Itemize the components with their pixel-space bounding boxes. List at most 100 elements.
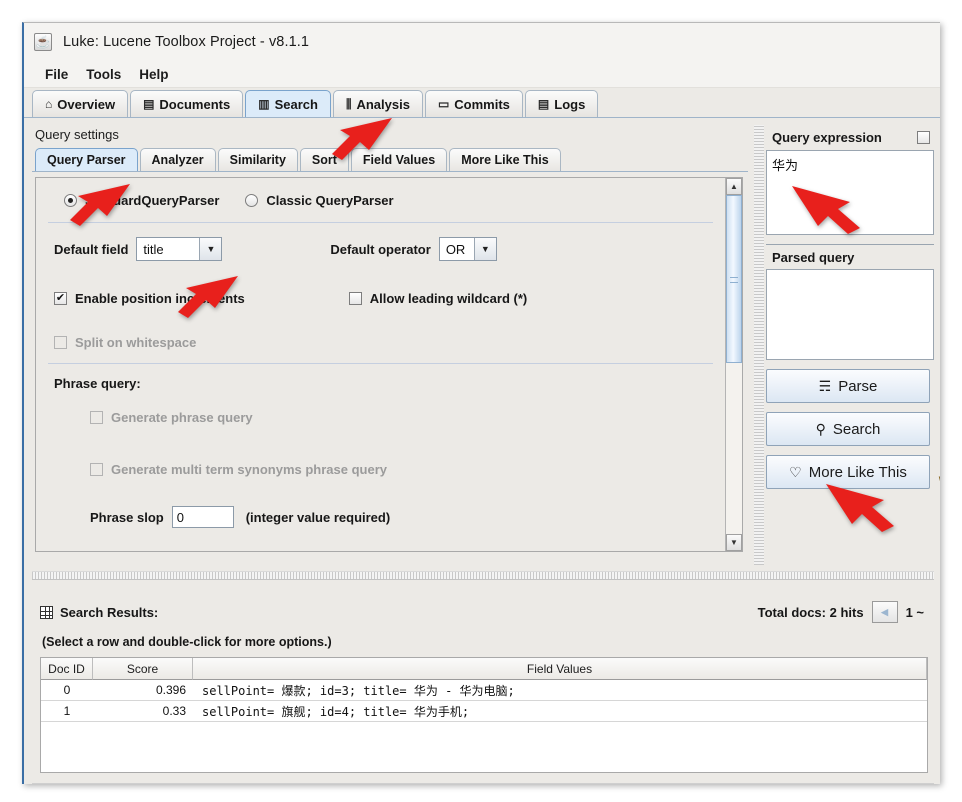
scrollbar-thumb[interactable] (726, 195, 742, 363)
label-allow-leading-wildcard: Allow leading wildcard (*) (369, 290, 528, 306)
tab-label: Documents (159, 96, 231, 112)
position-increments-row: ✔ Enable position increments Allow leadi… (46, 275, 715, 321)
search-results-header: Search Results: Total docs: 2 hits ◀ 1 ~ (32, 585, 934, 623)
label-generate-phrase-query: Generate phrase query (111, 409, 253, 425)
radio-classic-query-parser[interactable] (245, 193, 259, 207)
default-operator-combo[interactable]: OR ▼ (438, 237, 497, 261)
tab-documents[interactable]: ▤ Documents (130, 90, 244, 117)
checkbox-generate-phrase-query (90, 410, 103, 424)
parsed-query-output (766, 270, 934, 360)
search-button-label: Search (832, 420, 881, 438)
parsed-query-header: Parsed query (766, 244, 934, 270)
default-field-combo[interactable]: title ▼ (136, 237, 223, 261)
subtab-similarity[interactable]: Similarity (217, 148, 298, 171)
label-split-on-whitespace: Split on whitespace (75, 334, 197, 350)
tab-overview[interactable]: ⌂ Overview (32, 90, 129, 117)
search-results-table[interactable]: Doc ID Score Field Values 0 0.396 sellPo… (40, 657, 928, 773)
menu-item-file[interactable]: File (36, 65, 77, 84)
more-like-this-button-label: More Like This (808, 463, 907, 481)
subtab-field-values[interactable]: Field Values (350, 148, 448, 171)
menu-item-help[interactable]: Help (130, 65, 177, 84)
vertical-splitter[interactable] (754, 125, 764, 565)
query-settings-tab-strip: Query Parser Analyzer Similarity Sort Fi… (32, 146, 748, 172)
checkbox-enable-position-increments[interactable]: ✔ (54, 291, 67, 305)
query-parser-settings-body: StandardQueryParser Classic QueryParser … (35, 177, 743, 552)
query-expression-input[interactable]: 华为 (766, 151, 934, 235)
phrase-query-title: Phrase query: (54, 376, 141, 391)
magnifier-icon: ⚲ (815, 420, 826, 437)
cell-score: 0.396 (155, 683, 186, 697)
search-button[interactable]: ⚲ Search (766, 412, 930, 446)
scrollbar-track[interactable] (726, 195, 742, 534)
subtab-more-like-this[interactable]: More Like This (449, 148, 561, 171)
tab-label: Logs (554, 96, 586, 112)
scroll-down-icon[interactable]: ▼ (726, 534, 742, 551)
menu-item-tools[interactable]: Tools (77, 65, 130, 84)
tab-search[interactable]: ▥ Search (245, 90, 331, 117)
cell-field-values: sellPoint= 旗舰; id=4; title= 华为手机; (202, 704, 470, 719)
chevron-down-icon[interactable]: ▼ (473, 238, 496, 260)
commits-icon: ▭ (437, 97, 450, 111)
application-window: ☕ Luke: Lucene Toolbox Project - v8.1.1 … (22, 22, 940, 784)
default-field-value: title (137, 238, 200, 260)
search-index-icon: ▥ (258, 97, 270, 111)
radio-standard-query-parser[interactable] (64, 193, 77, 207)
subtab-query-parser[interactable]: Query Parser (35, 148, 138, 171)
column-header-score[interactable]: Score (93, 658, 193, 680)
query-expression-header: Query expression (766, 125, 934, 151)
tab-commits[interactable]: ▭ Commits (424, 90, 523, 117)
label-generate-multi-term-synonyms: Generate multi term synonyms phrase quer… (111, 461, 387, 477)
table-row[interactable]: 1 0.33 sellPoint= 旗舰; id=4; title= 华为手机; (41, 701, 927, 722)
horizontal-splitter[interactable] (32, 571, 934, 580)
logs-icon: ▤ (537, 97, 550, 111)
java-coffee-icon: ☕ (34, 33, 52, 51)
page-indicator: 1 ~ (905, 604, 924, 620)
tab-logs[interactable]: ▤ Logs (524, 90, 599, 117)
prev-page-button[interactable]: ◀ (871, 601, 898, 623)
query-parser-settings-inner: StandardQueryParser Classic QueryParser … (36, 178, 725, 551)
label-enable-position-increments: Enable position increments (75, 290, 245, 306)
table-header-row: Doc ID Score Field Values (41, 658, 927, 680)
table-row[interactable]: 0 0.396 sellPoint= 爆款; id=3; title= 华为 -… (41, 680, 927, 701)
more-like-this-button[interactable]: ♡ More Like This (766, 455, 930, 489)
subtab-sort[interactable]: Sort (299, 148, 349, 171)
total-docs-label: Total docs: 2 hits (757, 604, 864, 620)
content-area: Query settings Query Parser Analyzer Sim… (24, 119, 940, 784)
search-results-pane: Search Results: Total docs: 2 hits ◀ 1 ~… (32, 585, 934, 784)
cell-doc-id: 1 (63, 704, 71, 718)
checkbox-query-expression-option[interactable] (917, 131, 930, 144)
tab-label: Commits (454, 96, 510, 112)
cell-score: 0.33 (162, 704, 186, 718)
chevron-down-icon[interactable]: ▼ (199, 238, 222, 260)
checkbox-split-on-whitespace (54, 335, 67, 349)
tab-analysis[interactable]: ⫼ Analysis (332, 90, 423, 117)
home-icon: ⌂ (45, 97, 53, 111)
column-header-doc-id[interactable]: Doc ID (41, 658, 93, 680)
column-header-field-values[interactable]: Field Values (193, 658, 927, 680)
query-settings-label: Query settings (35, 127, 119, 142)
tab-label: Search (274, 96, 318, 112)
grid-icon (40, 605, 53, 619)
top-split-pane: Query settings Query Parser Analyzer Sim… (32, 125, 940, 565)
window-title: Luke: Lucene Toolbox Project - v8.1.1 (63, 34, 310, 50)
parsed-query-label: Parsed query (772, 249, 855, 265)
parser-type-row: StandardQueryParser Classic QueryParser (46, 178, 715, 222)
cell-field-values: sellPoint= 爆款; id=3; title= 华为 - 华为电脑; (202, 683, 515, 698)
query-panel: Query expression 华为 Parsed query ☴ Parse (766, 125, 940, 565)
subtab-analyzer[interactable]: Analyzer (139, 148, 216, 171)
radio-label-standard: StandardQueryParser (85, 192, 220, 208)
parse-tree-icon: ☴ (818, 377, 832, 394)
results-pagination: Total docs: 2 hits ◀ 1 ~ (758, 601, 924, 623)
checkbox-allow-leading-wildcard[interactable] (348, 291, 362, 305)
parse-button[interactable]: ☴ Parse (766, 369, 930, 403)
tab-label: Overview (57, 96, 116, 112)
menu-bar: File Tools Help (24, 61, 940, 88)
scroll-up-icon[interactable]: ▲ (726, 178, 742, 195)
search-results-hint: (Select a row and double-click for more … (42, 635, 332, 649)
phrase-slop-row: Phrase slop 0 (integer value required) (46, 495, 715, 539)
phrase-slop-input[interactable]: 0 (171, 506, 234, 528)
status-strip: https://blog.csdn.net/weixin_47562840 (32, 783, 934, 784)
main-tab-strip: ⌂ Overview ▤ Documents ▥ Search ⫼ Analys… (24, 88, 940, 118)
settings-vertical-scrollbar[interactable]: ▲ ▼ (725, 178, 742, 551)
checkbox-generate-multi-term-synonyms (90, 462, 103, 476)
